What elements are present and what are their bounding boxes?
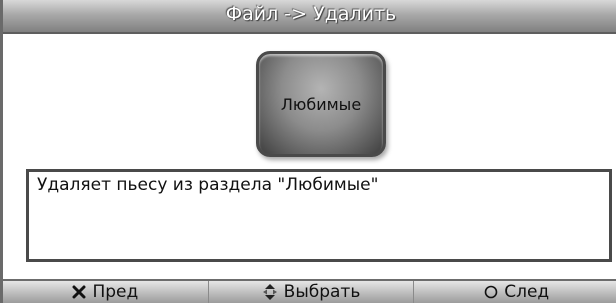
prev-button[interactable]: Пред <box>3 281 209 303</box>
cross-icon <box>72 285 86 299</box>
description-text: Удаляет пьесу из раздела "Любимые" <box>37 175 379 195</box>
dialog-title: Файл -> Удалить <box>225 3 397 25</box>
next-button[interactable]: След <box>414 281 616 303</box>
favorites-tile-label: Любимые <box>280 95 362 114</box>
up-down-arrows-icon <box>262 283 278 301</box>
description-box: Удаляет пьесу из раздела "Любимые" <box>26 169 612 262</box>
select-label: Выбрать <box>283 282 361 302</box>
next-label: След <box>504 282 550 302</box>
delete-dialog: Файл -> Удалить Любимые Удаляет пьесу из… <box>0 0 616 303</box>
prev-label: Пред <box>92 282 139 302</box>
footer-bar: Пред Выбрать След <box>3 279 616 303</box>
title-bar: Файл -> Удалить <box>3 0 616 34</box>
circle-icon <box>484 285 498 299</box>
favorites-tile[interactable]: Любимые <box>256 51 386 157</box>
select-button[interactable]: Выбрать <box>209 281 415 303</box>
